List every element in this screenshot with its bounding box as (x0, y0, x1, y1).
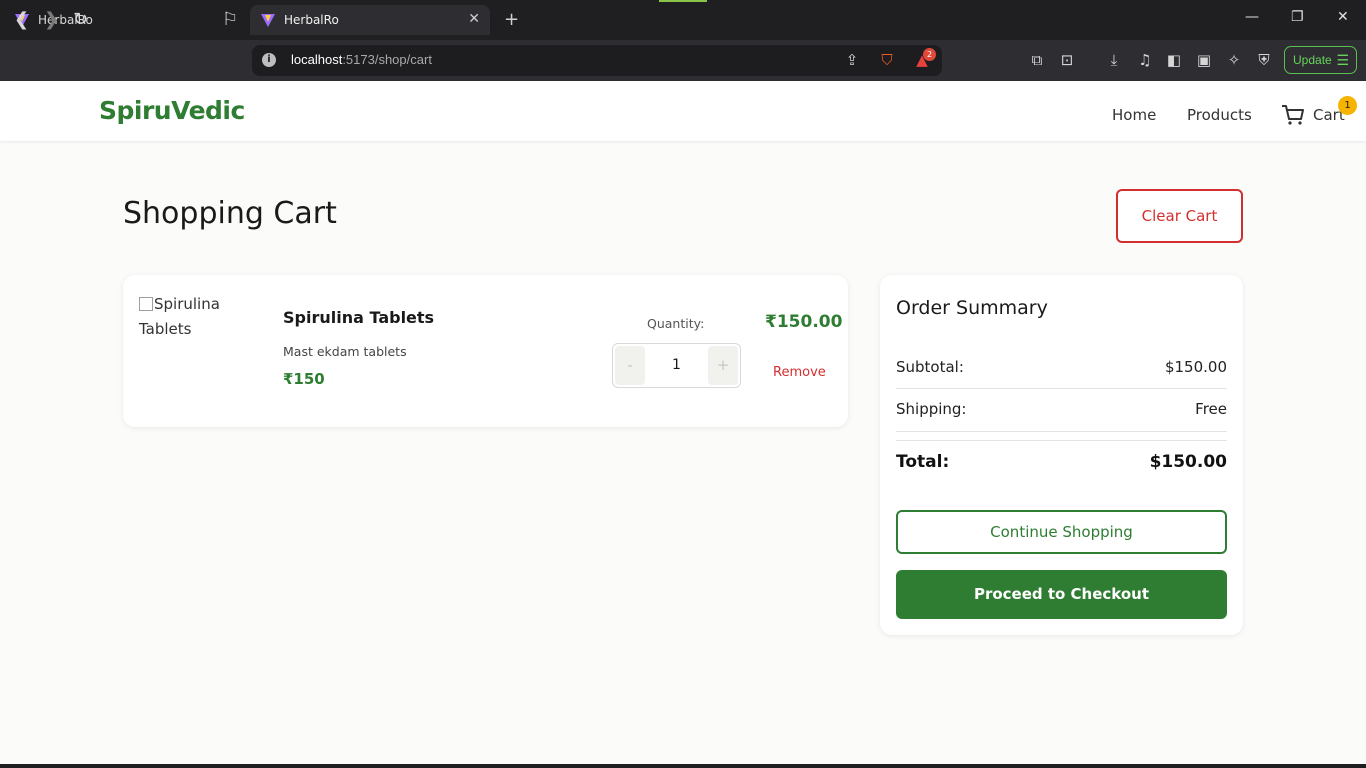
product-description: Mast ekdam tablets (283, 344, 407, 359)
quantity-stepper: - 1 + (612, 343, 741, 388)
close-window-icon[interactable]: ✕ (1337, 9, 1349, 25)
nav-products[interactable]: Products (1187, 106, 1252, 124)
back-icon[interactable]: ❮ (14, 10, 29, 30)
quantity-label: Quantity: (647, 316, 705, 331)
share-icon[interactable]: ⇪ (842, 50, 862, 70)
url-path: :5173/shop/cart (342, 52, 432, 67)
reader-icon[interactable]: ⊡ (1057, 50, 1077, 70)
cart-icon[interactable] (1281, 104, 1305, 126)
quantity-input[interactable]: 1 (647, 346, 706, 385)
update-label: Update (1293, 53, 1332, 67)
subtotal-label: Subtotal: (896, 358, 964, 376)
shipping-label: Shipping: (896, 400, 967, 418)
brave-shield-icon[interactable]: ⛉ (877, 50, 897, 70)
url-text[interactable]: localhost:5173/shop/cart (291, 52, 432, 67)
line-total: ₹150.00 (765, 312, 843, 332)
forward-icon[interactable]: ❯ (44, 10, 59, 30)
vite-icon (261, 14, 275, 27)
nav-home[interactable]: Home (1112, 106, 1156, 124)
site-logo[interactable]: SpiruVedic (99, 96, 245, 125)
page-title: Shopping Cart (123, 196, 337, 231)
remove-button[interactable]: Remove (773, 365, 826, 380)
browser-tab-active[interactable]: HerbalRo ✕ (250, 5, 490, 35)
divider (896, 431, 1227, 432)
restore-icon[interactable]: ❐ (1291, 9, 1304, 25)
order-summary-title: Order Summary (896, 297, 1048, 319)
close-tab-icon[interactable]: ✕ (468, 11, 480, 27)
minimize-icon[interactable]: — (1245, 9, 1259, 25)
divider (896, 388, 1227, 389)
tab-indicator (659, 0, 707, 2)
vpn-icon[interactable]: ⛨ (1254, 50, 1274, 70)
update-button[interactable]: Update ☰ (1284, 46, 1357, 74)
sidebar-icon[interactable]: ◧ (1164, 50, 1184, 70)
url-host: localhost (291, 52, 343, 67)
cart-count-badge: 1 (1338, 96, 1357, 115)
total-label: Total: (896, 452, 950, 472)
window-bottom-edge (0, 764, 1366, 768)
product-image: Spirulina Tablets (139, 292, 259, 342)
total-value: $150.00 (1149, 452, 1227, 472)
total-row: Total: $150.00 (896, 452, 1227, 472)
wallet-icon[interactable]: ▣ (1194, 50, 1214, 70)
product-name: Spirulina Tablets (283, 308, 435, 327)
decrement-button[interactable]: - (615, 346, 645, 385)
leo-icon[interactable]: ✧ (1224, 50, 1244, 70)
rewards-badge: 2 (923, 48, 936, 61)
checkout-button[interactable]: Proceed to Checkout (896, 570, 1227, 619)
extensions-icon[interactable]: ⧉ (1027, 50, 1047, 70)
divider (896, 440, 1227, 441)
continue-shopping-button[interactable]: Continue Shopping (896, 510, 1227, 554)
shipping-row: Shipping: Free (896, 400, 1227, 418)
clear-cart-button[interactable]: Clear Cart (1116, 189, 1243, 243)
bookmark-icon[interactable]: ⚐ (222, 10, 238, 30)
increment-button[interactable]: + (708, 346, 738, 385)
new-tab-icon[interactable]: + (504, 9, 519, 30)
download-icon[interactable]: ⤓ (1104, 50, 1124, 70)
tab-title: HerbalRo (284, 13, 339, 27)
reload-icon[interactable]: ↻ (73, 10, 88, 30)
subtotal-row: Subtotal: $150.00 (896, 358, 1227, 376)
site-info-icon[interactable]: i (262, 53, 276, 67)
subtotal-value: $150.00 (1164, 358, 1227, 376)
shipping-value: Free (1195, 400, 1227, 418)
music-icon[interactable]: ♫ (1135, 50, 1155, 70)
menu-icon: ☰ (1336, 52, 1349, 68)
product-unit-price: ₹150 (283, 370, 325, 388)
broken-image-icon (139, 297, 153, 311)
